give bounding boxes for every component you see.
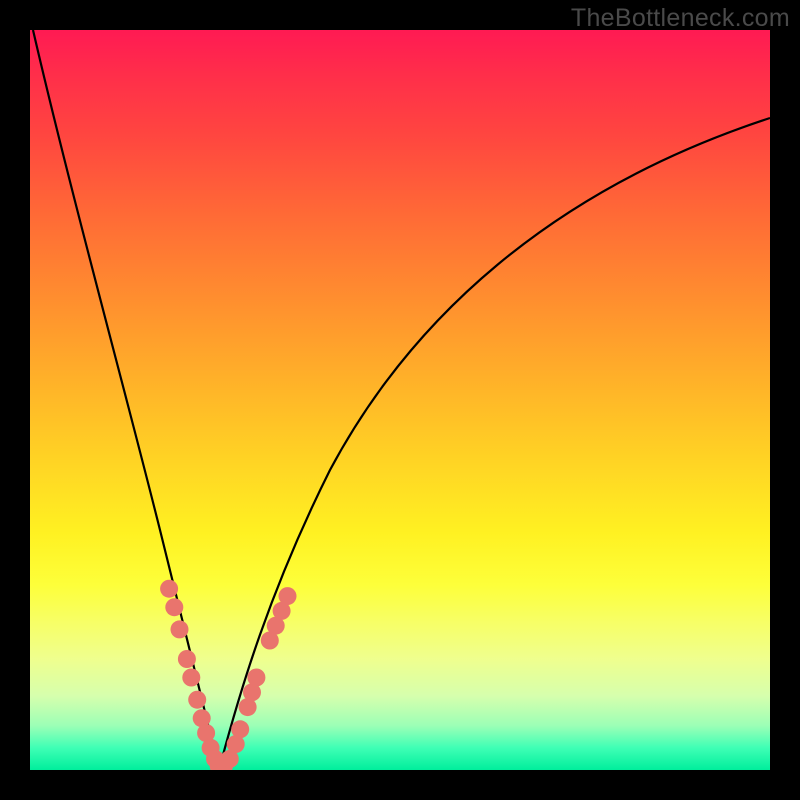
outer-black-frame: TheBottleneck.com <box>0 0 800 800</box>
data-marker <box>178 650 196 668</box>
data-marker <box>247 669 265 687</box>
chart-plot-area <box>30 30 770 770</box>
right-ascending-curve <box>219 118 770 770</box>
data-marker <box>279 587 297 605</box>
data-marker <box>231 720 249 738</box>
data-marker <box>188 691 206 709</box>
data-marker <box>182 669 200 687</box>
data-marker <box>165 598 183 616</box>
data-marker <box>171 620 189 638</box>
data-marker <box>160 580 178 598</box>
watermark-text: TheBottleneck.com <box>571 4 790 33</box>
marker-group <box>160 580 296 770</box>
chart-svg <box>30 30 770 770</box>
